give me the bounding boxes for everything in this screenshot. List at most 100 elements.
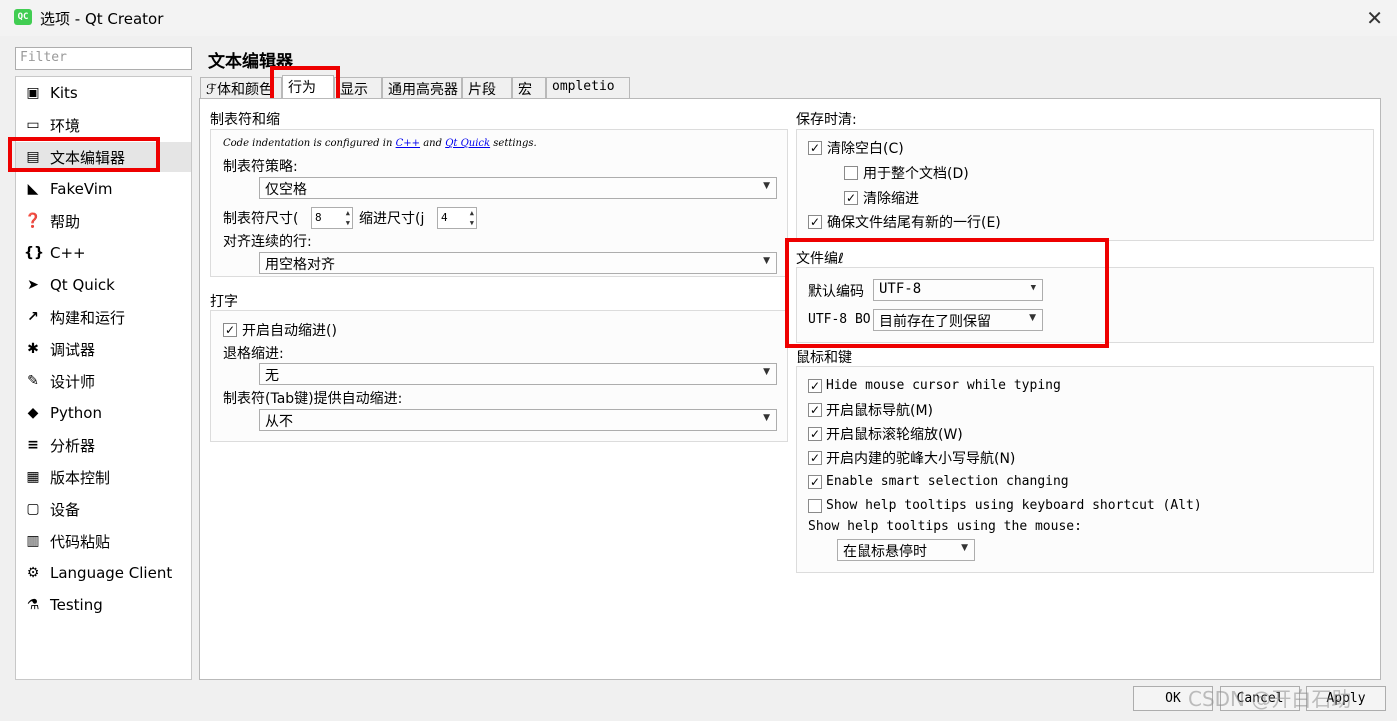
entire-document-label: 用于整个文档(D) [863,166,969,182]
sidebar-item-label: 构建和运行 [50,308,126,327]
sidebar-item-label: Language Client [50,564,173,582]
sidebar-item-build-run[interactable]: ↗ 构建和运行 [16,302,191,332]
tab-key-indent-label: 制表符(Tab键)提供自动缩进: [223,391,403,407]
mouse-group: ✓ Hide mouse cursor while typing ✓ 开启鼠标导… [796,366,1374,573]
indent-note: Code indentation is configured in C++ an… [223,138,537,149]
typing-group-title: 打字 [210,294,238,310]
keyboard-tooltips-checkbox[interactable] [808,499,822,513]
tab-completion[interactable]: ompletio [546,77,630,99]
wheel-zoom-checkbox[interactable]: ✓ [808,427,822,441]
fakevim-icon: ◣ [27,181,39,197]
spin-arrows-icon: ▲ ▼ [469,209,474,227]
clean-whitespace-checkbox[interactable]: ✓ [808,141,822,155]
language-client-icon: ⚙ [26,565,40,581]
sidebar-item-code-paste[interactable]: ▥ 代码粘贴 [16,526,191,556]
auto-indent-checkbox[interactable]: ✓ [223,323,237,337]
tab-macros[interactable]: 宏 [512,77,546,99]
sidebar-item-debugger[interactable]: ✱ 调试器 [16,334,191,364]
analyzer-icon: ≡ [27,437,39,453]
clean-whitespace-label: 清除空白(C) [827,141,904,157]
tab-behavior[interactable]: 行为 [282,75,334,99]
hammer-icon: ↗ [27,309,39,325]
tab-font-colors[interactable]: ℱ体和颜色 [200,77,282,99]
sidebar-item-label: 代码粘贴 [50,532,111,551]
sidebar-item-label: C++ [50,244,86,262]
encoding-group-title: 文件编ℓ [796,251,844,267]
tab-policy-label: 制表符策略: [223,159,298,175]
chevron-down-icon: ▼ [763,367,770,377]
close-icon[interactable]: ✕ [1366,6,1383,30]
default-encoding-label: 默认编码 [808,284,864,300]
align-label: 对齐连续的行: [223,234,312,250]
smart-selection-label: Enable smart selection changing [826,474,1069,489]
sidebar-item-testing[interactable]: ⚗ Testing [16,590,191,620]
braces-icon: {} [24,245,44,261]
help-icon: ❓ [24,213,42,229]
default-encoding-combo[interactable]: UTF-8 ▼ [873,279,1043,301]
entire-document-checkbox[interactable] [844,166,858,180]
monitor-icon: ▭ [26,117,40,133]
sidebar-item-qt-quick[interactable]: ➤ Qt Quick [16,270,191,300]
tab-snippets[interactable]: 片段 [462,77,512,99]
hide-cursor-checkbox[interactable]: ✓ [808,379,822,393]
chevron-down-icon: ▼ [1029,313,1036,323]
auto-indent-label: 开启自动缩进() [242,323,337,339]
trailing-newline-checkbox[interactable]: ✓ [808,215,822,229]
sidebar-item-label: Kits [50,84,78,102]
behavior-panel: 制表符和缩 Code indentation is configured in … [199,98,1381,680]
chevron-down-icon: ▼ [961,543,968,553]
cleanup-group: ✓ 清除空白(C) 用于整个文档(D) ✓ 清除缩进 ✓ 确保文件结尾有新的一行… [796,129,1374,241]
backspace-indent-combo[interactable]: 无 ▼ [259,363,777,385]
python-icon: ◆ [27,405,39,421]
qtquick-settings-link[interactable]: Qt Quick [445,138,490,149]
filter-input[interactable]: Filter [15,47,192,70]
sidebar-item-label: 帮助 [50,212,81,231]
wheel-zoom-label: 开启鼠标滚轮缩放(W) [826,427,963,443]
sidebar-item-help[interactable]: ❓ 帮助 [16,206,191,236]
title-bar: QC 选项 - Qt Creator ✕ [0,0,1397,36]
sidebar-item-label: 版本控制 [50,468,111,487]
chevron-down-icon: ▼ [763,181,770,191]
sidebar-item-environment[interactable]: ▭ 环境 [16,110,191,140]
sidebar-item-text-editor[interactable]: ▤ 文本编辑器 [16,142,191,172]
utf8-bom-combo[interactable]: 目前存在了则保留 ▼ [873,309,1043,331]
clean-indentation-checkbox[interactable]: ✓ [844,191,858,205]
chevron-down-icon: ▼ [763,256,770,266]
indent-size-spinbox[interactable]: 4 ▲ ▼ [437,207,477,229]
mouse-navigation-checkbox[interactable]: ✓ [808,403,822,417]
keyboard-tooltips-label: Show help tooltips using keyboard shortc… [826,498,1202,513]
qtquick-icon: ➤ [27,277,39,293]
chevron-down-icon: ▼ [763,413,770,423]
tab-display[interactable]: 显示 [334,77,382,99]
sidebar-item-language-client[interactable]: ⚙ Language Client [16,558,191,588]
tab-generic-highlighter[interactable]: 通用高亮器 [382,77,462,99]
sidebar-item-fakevim[interactable]: ◣ FakeVim [16,174,191,204]
page-title: 文本编辑器 [208,52,293,72]
hide-cursor-label: Hide mouse cursor while typing [826,378,1061,393]
sidebar-item-analyzer[interactable]: ≡ 分析器 [16,430,191,460]
tab-key-indent-combo[interactable]: 从不 ▼ [259,409,777,431]
sidebar-item-python[interactable]: ◆ Python [16,398,191,428]
bug-icon: ✱ [27,341,39,357]
tab-policy-combo[interactable]: 仅空格 ▼ [259,177,777,199]
smart-selection-checkbox[interactable]: ✓ [808,475,822,489]
kits-icon: ▣ [26,85,40,101]
align-combo[interactable]: 用空格对齐 ▼ [259,252,777,274]
window-title: 选项 - Qt Creator [40,10,164,28]
testing-icon: ⚗ [26,597,40,613]
sidebar-item-devices[interactable]: ▢ 设备 [16,494,191,524]
indent-group: Code indentation is configured in C++ an… [210,129,788,277]
utf8-bom-label: UTF-8 BO [808,312,871,327]
sidebar-item-designer[interactable]: ✎ 设计师 [16,366,191,396]
sidebar-item-label: Python [50,404,102,422]
mouse-tooltips-label: Show help tooltips using the mouse: [808,519,1082,534]
camelcase-navigation-label: 开启内建的驼峰大小写导航(N) [826,451,1016,467]
sidebar-item-version-control[interactable]: ▦ 版本控制 [16,462,191,492]
sidebar-item-cpp[interactable]: {} C++ [16,238,191,268]
camelcase-navigation-checkbox[interactable]: ✓ [808,451,822,465]
mouse-tooltips-combo[interactable]: 在鼠标悬停时 ▼ [837,539,975,561]
tab-size-spinbox[interactable]: 8 ▲ ▼ [311,207,353,229]
clean-indentation-label: 清除缩进 [863,191,919,207]
sidebar-item-kits[interactable]: ▣ Kits [16,78,191,108]
cpp-settings-link[interactable]: C++ [396,138,420,149]
